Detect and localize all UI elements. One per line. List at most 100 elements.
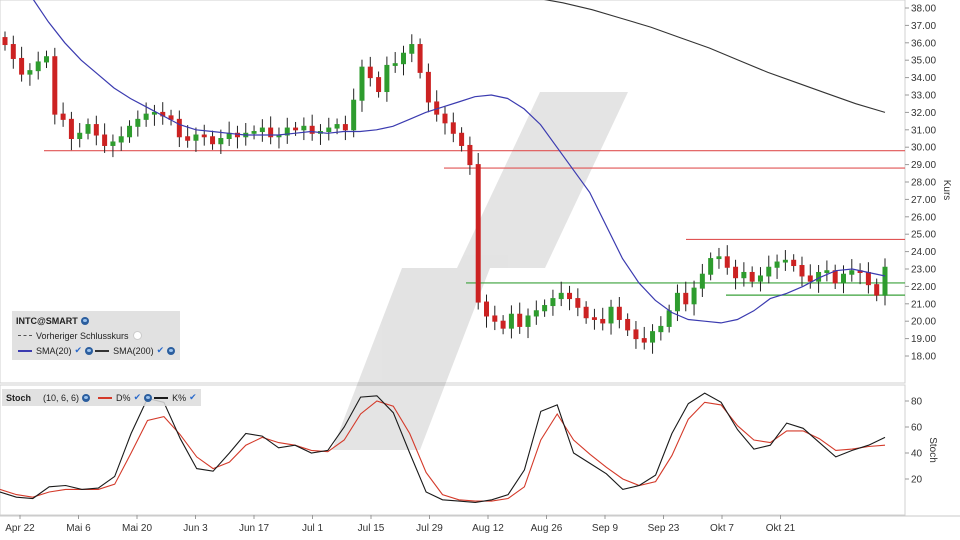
- stoch-title: Stoch: [6, 392, 32, 403]
- toggle-dot-icon[interactable]: [132, 331, 142, 340]
- candle-body: [807, 275, 813, 282]
- candle-body: [19, 57, 25, 75]
- stoch-y-tick-label: 40: [911, 449, 923, 460]
- check-icon[interactable]: ✔: [134, 392, 142, 403]
- candle-body: [10, 44, 16, 59]
- candle-body: [376, 77, 382, 93]
- sma200-swatch: [95, 349, 110, 352]
- candle-body: [583, 306, 589, 319]
- candle-body: [708, 258, 714, 275]
- candle-body: [691, 287, 697, 305]
- stoch-d-label: D%: [116, 392, 131, 403]
- legend-sma-row: SMA(20) ✔ SMA(200) ✔: [16, 343, 176, 358]
- candle-body: [367, 66, 373, 79]
- candle-body: [118, 136, 124, 143]
- legend-prev-close-label: Vorheriger Schlusskurs: [36, 330, 129, 341]
- candle-body: [44, 56, 50, 63]
- check-icon[interactable]: ✔: [189, 392, 197, 403]
- globe-icon[interactable]: [82, 393, 91, 402]
- x-tick-label: Okt 21: [766, 523, 796, 534]
- y-tick-label: 30.00: [911, 143, 936, 154]
- price-axis-label: Kurs: [941, 180, 952, 201]
- candle-body: [351, 99, 357, 131]
- stoch-k-label: K%: [172, 392, 187, 403]
- y-tick-label: 38.00: [911, 4, 936, 15]
- candle-body: [475, 164, 481, 303]
- candle-body: [658, 325, 664, 333]
- candle-body: [68, 118, 74, 139]
- y-tick-label: 29.00: [911, 160, 936, 171]
- x-tick-label: Jul 1: [302, 523, 324, 534]
- candle-body: [450, 122, 456, 134]
- candle-body: [525, 315, 531, 327]
- stoch-legend-row: Stoch (10, 6, 6) D% ✔ K% ✔: [6, 390, 197, 405]
- candle-body: [600, 318, 606, 324]
- y-tick-label: 27.00: [911, 195, 936, 206]
- candle-body: [799, 265, 805, 277]
- candle-body: [359, 66, 365, 101]
- candle-body: [741, 271, 747, 279]
- candle-body: [102, 134, 108, 146]
- x-tick-label: Jul 15: [358, 523, 385, 534]
- y-tick-label: 22.00: [911, 282, 936, 293]
- candle-body: [650, 331, 656, 343]
- candle-body: [716, 256, 722, 260]
- candle-body: [641, 338, 647, 343]
- x-tick-label: Jun 17: [239, 523, 269, 534]
- dashed-line-swatch: [18, 335, 32, 336]
- candle-body: [201, 134, 207, 138]
- x-tick-label: Sep 23: [648, 523, 680, 534]
- y-tick-label: 23.00: [911, 265, 936, 276]
- legend-sma20-label: SMA(20): [36, 345, 72, 356]
- candle-body: [127, 125, 133, 138]
- candle-body: [608, 306, 614, 324]
- candle-body: [110, 141, 116, 146]
- candle-body: [342, 124, 348, 131]
- y-tick-label: 37.00: [911, 21, 936, 32]
- d-swatch: [98, 396, 113, 399]
- candle-body: [699, 273, 705, 289]
- candle-body: [251, 131, 257, 134]
- stoch-params: (10, 6, 6): [43, 392, 80, 403]
- candle-body: [782, 259, 788, 263]
- y-tick-label: 19.00: [911, 334, 936, 345]
- candle-body: [143, 113, 149, 120]
- candle-body: [591, 317, 597, 320]
- candle-body: [484, 301, 490, 317]
- y-tick-label: 34.00: [911, 73, 936, 84]
- candle-body: [882, 266, 888, 296]
- candle-body: [550, 298, 556, 307]
- legend-prev-close-row: Vorheriger Schlusskurs: [16, 328, 176, 343]
- candle-body: [193, 134, 199, 141]
- legend-title-row: INTC@SMART: [16, 313, 176, 328]
- candle-body: [517, 313, 523, 327]
- sma20-swatch: [18, 349, 32, 352]
- globe-icon[interactable]: [167, 346, 176, 355]
- y-tick-label: 28.00: [911, 178, 936, 189]
- candle-body: [35, 61, 41, 72]
- candle-body: [774, 261, 780, 268]
- candle-body: [533, 310, 539, 317]
- candle-body: [52, 56, 58, 115]
- check-icon[interactable]: ✔: [157, 345, 165, 356]
- candle-body: [633, 329, 639, 340]
- candle-body: [459, 132, 465, 146]
- candle-body: [749, 271, 755, 282]
- stoch-legend: Stoch (10, 6, 6) D% ✔ K% ✔: [2, 389, 201, 406]
- y-tick-label: 25.00: [911, 230, 936, 241]
- y-tick-label: 33.00: [911, 91, 936, 102]
- candle-body: [766, 266, 772, 277]
- globe-icon[interactable]: [80, 316, 89, 325]
- globe-icon[interactable]: [85, 346, 94, 355]
- candle-body: [218, 138, 224, 145]
- y-tick-label: 24.00: [911, 247, 936, 258]
- candle-body: [558, 292, 564, 300]
- x-tick-label: Aug 26: [531, 523, 563, 534]
- candle-body: [392, 63, 398, 66]
- candle-body: [674, 292, 680, 312]
- check-icon[interactable]: ✔: [75, 345, 83, 356]
- globe-icon[interactable]: [144, 393, 153, 402]
- legend-sma200-label: SMA(200): [113, 345, 154, 356]
- y-tick-label: 35.00: [911, 56, 936, 67]
- y-tick-label: 31.00: [911, 125, 936, 136]
